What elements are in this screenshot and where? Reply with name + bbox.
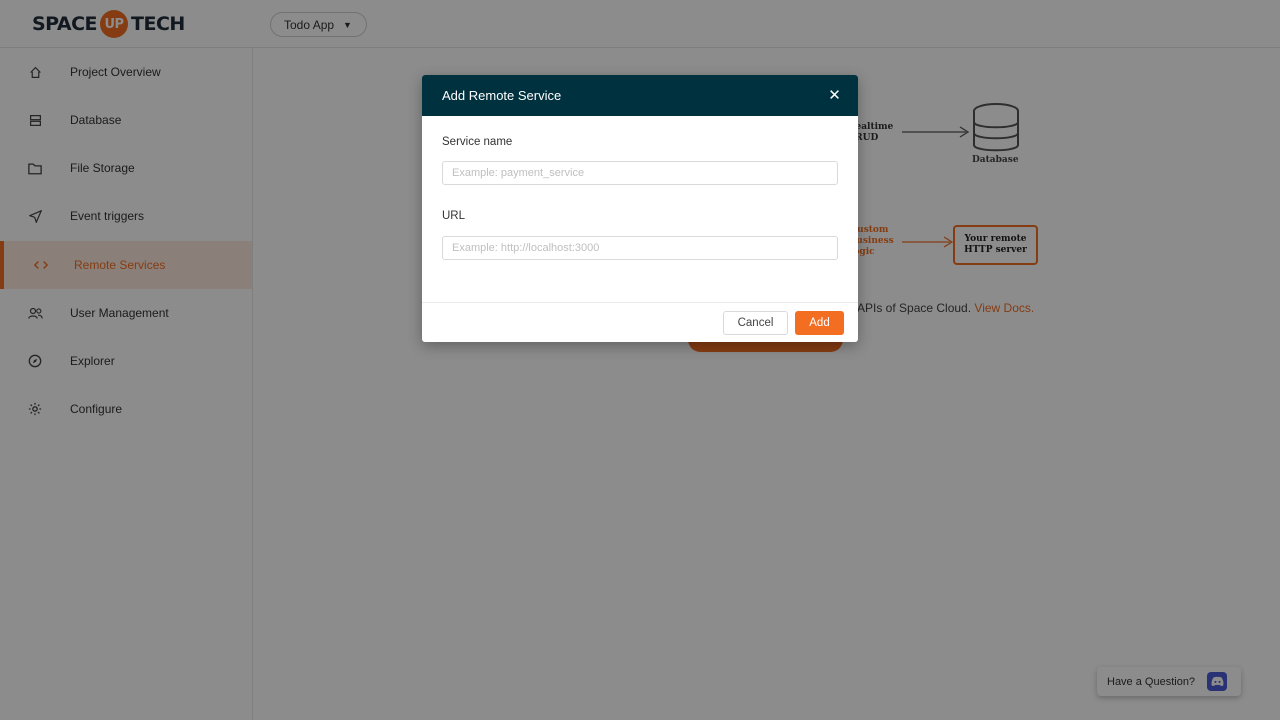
service-name-label: Service name bbox=[442, 136, 513, 148]
service-name-input[interactable] bbox=[442, 161, 838, 185]
modal-header: Add Remote Service ✕ bbox=[422, 75, 858, 116]
modal-title: Add Remote Service bbox=[442, 88, 562, 103]
url-label: URL bbox=[442, 210, 466, 222]
url-input[interactable] bbox=[442, 236, 838, 260]
close-icon[interactable]: ✕ bbox=[827, 88, 842, 103]
add-button[interactable]: Add bbox=[795, 311, 844, 335]
cancel-button[interactable]: Cancel bbox=[723, 311, 788, 335]
add-remote-service-modal: Add Remote Service ✕ Service name URL Ca… bbox=[422, 75, 858, 342]
modal-footer: Cancel Add bbox=[422, 302, 858, 342]
